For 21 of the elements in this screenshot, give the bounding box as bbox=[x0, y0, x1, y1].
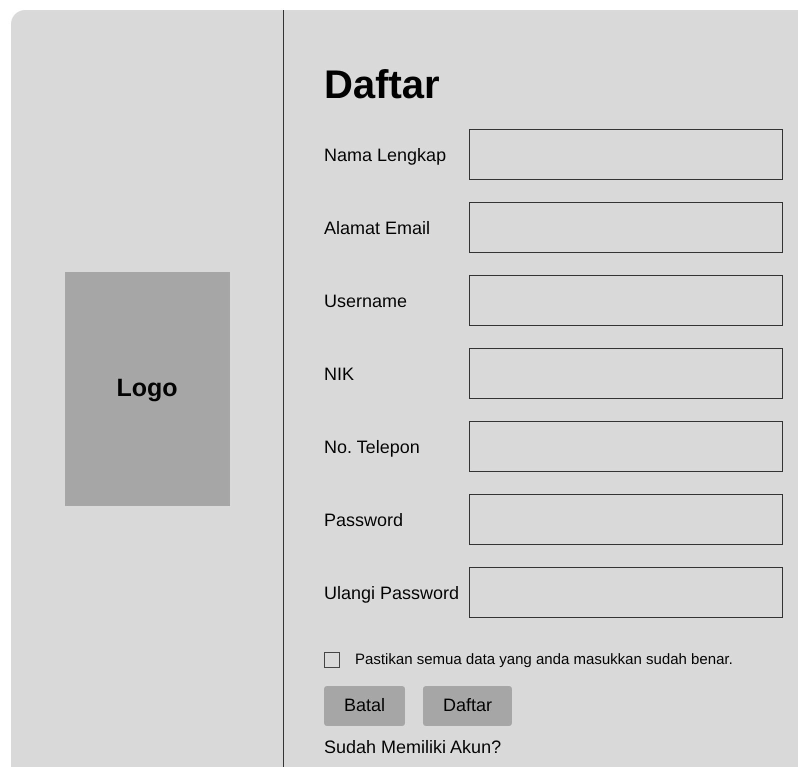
field-label: No. Telepon bbox=[324, 436, 421, 458]
confirm-checkbox[interactable] bbox=[324, 652, 340, 668]
cancel-button[interactable]: Batal bbox=[324, 686, 406, 726]
logo-text: Logo bbox=[116, 373, 178, 404]
confirm-label: Pastikan semua data yang anda masukkan sudah benar. bbox=[355, 650, 733, 670]
input-field[interactable] bbox=[469, 129, 783, 180]
input-field[interactable] bbox=[469, 202, 783, 253]
input-field[interactable] bbox=[469, 567, 783, 618]
login-link[interactable]: Sudah Memiliki Akun? bbox=[324, 734, 502, 760]
field-label: Nama Lengkap bbox=[324, 144, 448, 166]
field-label: Password bbox=[324, 508, 404, 532]
input-field[interactable] bbox=[469, 494, 783, 545]
input-field[interactable] bbox=[469, 275, 783, 326]
field-label: Ulangi Password bbox=[324, 582, 460, 604]
field-label: Alamat Email bbox=[324, 216, 432, 240]
field-label: Username bbox=[324, 290, 408, 312]
input-field[interactable] bbox=[469, 348, 783, 399]
register-button[interactable]: Daftar bbox=[423, 686, 512, 726]
field-label: NIK bbox=[324, 362, 356, 386]
input-field[interactable] bbox=[469, 421, 783, 472]
form-title: Daftar bbox=[324, 62, 441, 109]
